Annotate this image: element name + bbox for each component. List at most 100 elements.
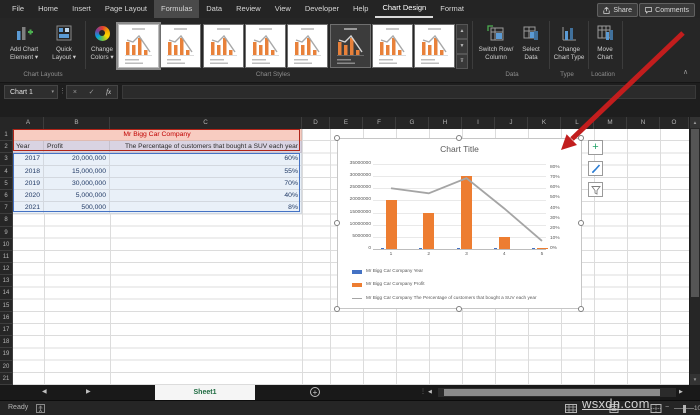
column-header-M[interactable]: M bbox=[594, 117, 627, 129]
change-colors-button[interactable]: Change Colors ▾ bbox=[87, 22, 117, 61]
sheet-data-cell[interactable]: 55% bbox=[110, 166, 302, 178]
ribbon-tab-data[interactable]: Data bbox=[199, 0, 229, 18]
sheet-data-cell[interactable]: 500,000 bbox=[44, 202, 110, 214]
row-header-19[interactable]: 19 bbox=[0, 348, 13, 360]
accessibility-icon[interactable] bbox=[36, 404, 45, 413]
hscroll-right-icon[interactable]: ▶ bbox=[679, 385, 683, 400]
share-button[interactable]: Share bbox=[597, 3, 638, 17]
add-chart-element-button[interactable]: Add Chart Element ▾ bbox=[3, 22, 45, 61]
column-header-I[interactable]: I bbox=[462, 117, 495, 129]
row-header-5[interactable]: 5 bbox=[0, 178, 13, 190]
scroll-down-icon[interactable]: ▼ bbox=[690, 374, 700, 385]
chart-resize-handle[interactable] bbox=[456, 135, 462, 141]
column-header-C[interactable]: C bbox=[110, 117, 302, 129]
row-header-1[interactable]: 1 bbox=[0, 129, 13, 141]
switch-row-column-button[interactable]: Switch Row/ Column bbox=[476, 22, 516, 61]
vertical-scrollbar[interactable]: ▲ ▼ bbox=[690, 117, 700, 385]
ribbon-tab-file[interactable]: File bbox=[5, 0, 31, 18]
ribbon-tab-view[interactable]: View bbox=[268, 0, 298, 18]
row-header-18[interactable]: 18 bbox=[0, 336, 13, 348]
horizontal-scrollbar-thumb[interactable] bbox=[444, 389, 660, 396]
profit-bar[interactable] bbox=[386, 200, 397, 249]
column-header-K[interactable]: K bbox=[528, 117, 561, 129]
column-header-N[interactable]: N bbox=[627, 117, 660, 129]
sheet-data-cell[interactable]: 70% bbox=[110, 178, 302, 190]
profit-bar[interactable] bbox=[423, 213, 434, 249]
sheet-data-cell[interactable]: 2020 bbox=[13, 190, 44, 202]
sheet-data-cell[interactable]: 20,000,000 bbox=[44, 153, 110, 165]
chart-resize-handle[interactable] bbox=[334, 306, 340, 312]
new-sheet-button[interactable]: + bbox=[310, 387, 320, 397]
column-header-L[interactable]: L bbox=[561, 117, 594, 129]
sheet-header-cell[interactable]: The Percentage of customers that bought … bbox=[110, 141, 302, 153]
chart-object[interactable]: Chart Title 3500000030000000250000002000… bbox=[337, 138, 582, 309]
sheet-data-cell[interactable]: 5,000,000 bbox=[44, 190, 110, 202]
chart-resize-handle[interactable] bbox=[334, 220, 340, 226]
column-header-J[interactable]: J bbox=[495, 117, 528, 129]
ribbon-tab-chart-design[interactable]: Chart Design bbox=[375, 0, 433, 18]
column-header-F[interactable]: F bbox=[363, 117, 396, 129]
sheet-data-cell[interactable]: 8% bbox=[110, 202, 302, 214]
sheet-data-cell[interactable]: 60% bbox=[110, 153, 302, 165]
chart-elements-button[interactable]: + bbox=[588, 140, 603, 155]
chart-filters-button[interactable] bbox=[588, 182, 603, 197]
column-header-E[interactable]: E bbox=[330, 117, 363, 129]
name-box-dropdown-icon[interactable]: ▾ bbox=[51, 86, 54, 99]
chart-style-thumbnail-2[interactable] bbox=[160, 24, 201, 68]
select-data-button[interactable]: Select Data bbox=[516, 22, 546, 61]
row-header-12[interactable]: 12 bbox=[0, 263, 13, 275]
sheet-data-cell[interactable]: 30,000,000 bbox=[44, 178, 110, 190]
sheet-data-cell[interactable]: 40% bbox=[110, 190, 302, 202]
sheet-header-cell[interactable]: Profit bbox=[44, 141, 110, 153]
enter-icon[interactable]: ✓ bbox=[89, 88, 95, 96]
chart-style-thumbnail-6[interactable] bbox=[330, 24, 371, 68]
year-bar[interactable] bbox=[381, 248, 384, 249]
name-box-resizer[interactable]: ⋮ bbox=[59, 85, 66, 99]
column-header-D[interactable]: D bbox=[302, 117, 330, 129]
zoom-slider-thumb[interactable] bbox=[683, 405, 686, 413]
row-header-17[interactable]: 17 bbox=[0, 324, 13, 336]
name-box[interactable]: Chart 1 ▾ bbox=[4, 85, 58, 99]
move-chart-button[interactable]: Move Chart bbox=[590, 22, 620, 61]
hscroll-left-icon[interactable]: ◀ bbox=[428, 385, 432, 400]
year-bar[interactable] bbox=[457, 248, 460, 249]
row-header-14[interactable]: 14 bbox=[0, 287, 13, 299]
gallery-expand-button[interactable]: ⊽ bbox=[456, 54, 468, 69]
vertical-scrollbar-thumb[interactable] bbox=[691, 129, 699, 297]
sheet-data-cell[interactable]: 2018 bbox=[13, 166, 44, 178]
quick-layout-button[interactable]: Quick Layout ▾ bbox=[45, 22, 83, 61]
chart-resize-handle[interactable] bbox=[334, 135, 340, 141]
column-header-B[interactable]: B bbox=[44, 117, 110, 129]
page-break-view-icon[interactable] bbox=[650, 404, 662, 413]
cancel-icon[interactable]: × bbox=[73, 89, 77, 96]
row-header-13[interactable]: 13 bbox=[0, 275, 13, 287]
chart-style-thumbnail-1[interactable] bbox=[118, 24, 159, 68]
year-bar[interactable] bbox=[494, 248, 497, 249]
chart-resize-handle[interactable] bbox=[578, 306, 584, 312]
row-header-4[interactable]: 4 bbox=[0, 166, 13, 178]
ribbon-tab-formulas[interactable]: Formulas bbox=[154, 0, 199, 18]
row-header-11[interactable]: 11 bbox=[0, 251, 13, 263]
row-header-2[interactable]: 2 bbox=[0, 141, 13, 153]
sheet-header-cell[interactable]: Year bbox=[13, 141, 44, 153]
ribbon-tab-home[interactable]: Home bbox=[31, 0, 65, 18]
chart-styles-button[interactable] bbox=[588, 161, 603, 176]
gallery-scroll-down-button[interactable]: ▼ bbox=[456, 39, 468, 54]
row-header-3[interactable]: 3 bbox=[0, 153, 13, 165]
tabbar-resizer[interactable]: ⋮ bbox=[420, 385, 426, 400]
profit-bar[interactable] bbox=[461, 176, 472, 249]
row-header-9[interactable]: 9 bbox=[0, 227, 13, 239]
row-header-15[interactable]: 15 bbox=[0, 300, 13, 312]
chart-resize-handle[interactable] bbox=[456, 306, 462, 312]
column-header-G[interactable]: G bbox=[396, 117, 429, 129]
chart-style-thumbnail-8[interactable] bbox=[414, 24, 455, 68]
chart-style-thumbnail-3[interactable] bbox=[203, 24, 244, 68]
chart-style-thumbnail-7[interactable] bbox=[372, 24, 413, 68]
column-header-H[interactable]: H bbox=[429, 117, 462, 129]
row-header-20[interactable]: 20 bbox=[0, 361, 13, 373]
formula-input[interactable] bbox=[122, 85, 696, 99]
sheet-data-cell[interactable]: 15,000,000 bbox=[44, 166, 110, 178]
chart-title[interactable]: Chart Title bbox=[338, 144, 581, 154]
change-chart-type-button[interactable]: Change Chart Type bbox=[552, 22, 586, 61]
row-header-8[interactable]: 8 bbox=[0, 214, 13, 226]
